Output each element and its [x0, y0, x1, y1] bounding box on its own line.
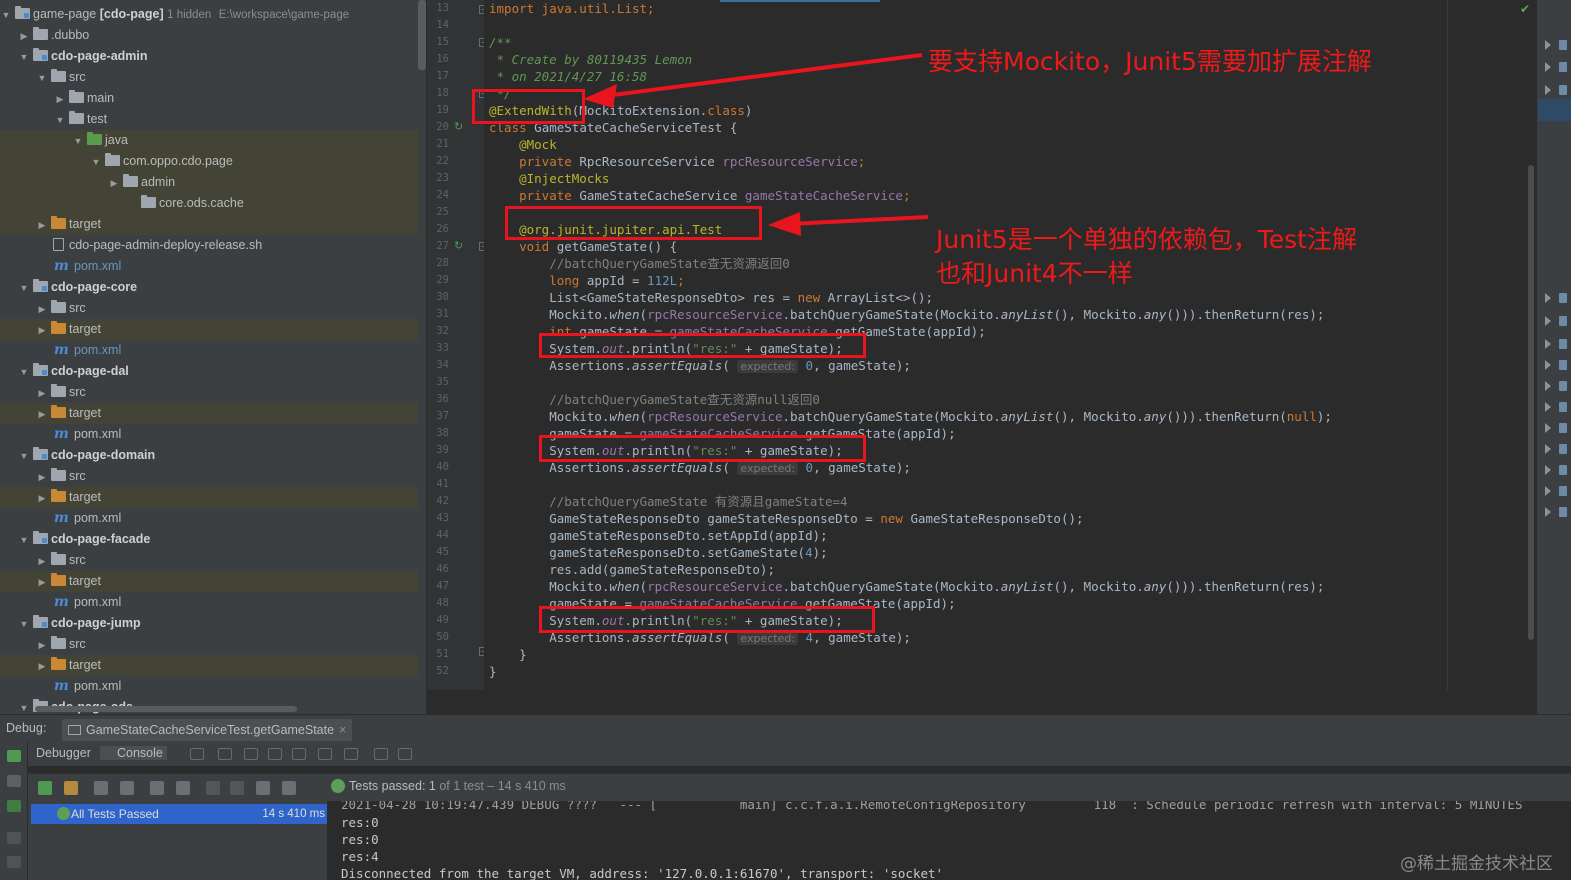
- console-line: res:0: [341, 815, 379, 830]
- close-icon[interactable]: ×: [339, 723, 346, 737]
- test-passed-icon: [57, 807, 70, 820]
- console-line: 2021-04-28 10:19:47.439 DEBUG ???? --- […: [341, 801, 1523, 812]
- arrow-head: [583, 84, 617, 108]
- debug-step-icon[interactable]: [398, 748, 412, 760]
- test-row-all-passed[interactable]: All Tests Passed 14 s 410 ms: [31, 804, 327, 824]
- resume-icon[interactable]: [7, 800, 21, 812]
- console-line: res:4: [341, 849, 379, 864]
- debug-step-icon[interactable]: [218, 748, 232, 760]
- console-label: Console: [117, 746, 163, 760]
- debug-step-icon[interactable]: [344, 748, 358, 760]
- console-line: Disconnected from the target VM, address…: [341, 866, 944, 880]
- arrow-line: [604, 53, 923, 98]
- debug-session-label: GameStateCacheServiceTest.getGameState: [86, 723, 335, 737]
- test-toolbar-icon[interactable]: [206, 781, 220, 795]
- test-toolbar-icon[interactable]: [256, 781, 270, 795]
- debug-left-toolbar: [0, 742, 28, 880]
- debug-step-icon[interactable]: [268, 748, 282, 760]
- test-config-icon: [68, 725, 81, 735]
- debug-header: Debug: GameStateCacheServiceTest.getGame…: [0, 714, 1571, 742]
- test-tree: All Tests Passed 14 s 410 ms: [28, 801, 328, 880]
- test-toolbar-icon[interactable]: [94, 781, 108, 795]
- debug-step-icon[interactable]: [318, 748, 332, 760]
- watermark: @稀土掘金技术社区: [1400, 854, 1553, 874]
- test-toolbar-icon[interactable]: [176, 781, 190, 795]
- debug-step-icon[interactable]: [374, 748, 388, 760]
- console-line: res:0: [341, 832, 379, 847]
- debug-step-icon[interactable]: [244, 748, 258, 760]
- test-toolbar-icon[interactable]: [150, 781, 164, 795]
- console-output[interactable]: 2021-04-28 10:19:47.439 DEBUG ???? --- […: [329, 801, 1571, 880]
- test-toolbar: [28, 773, 1571, 801]
- test-toolbar-icon[interactable]: [282, 781, 296, 795]
- annotation-text-extension: 要支持Mockito，Junit5需要加扩展注解: [928, 47, 1372, 76]
- arrow-head: [768, 212, 801, 236]
- stop-icon[interactable]: [7, 856, 21, 868]
- test-toolbar-icon[interactable]: [38, 781, 52, 795]
- pause-icon[interactable]: [7, 832, 21, 844]
- annotation-text-junit5: Junit5是一个单独的依赖包，Test注解: [936, 225, 1357, 254]
- debug-step-icon[interactable]: [190, 748, 204, 760]
- debug-subtabs: Debugger Console: [0, 742, 1571, 766]
- test-toolbar-icon[interactable]: [64, 781, 78, 795]
- debug-label: Debug:: [6, 721, 47, 735]
- annotation-text-junit4: 也和Junit4不一样: [936, 259, 1133, 288]
- bug-icon[interactable]: [7, 750, 21, 762]
- tests-passed-status: Tests passed: 1 of 1 test – 14 s 410 ms: [349, 779, 566, 793]
- test-passed-icon: [331, 779, 345, 793]
- debug-session-tab[interactable]: GameStateCacheServiceTest.getGameState ×: [62, 719, 353, 741]
- tab-console[interactable]: Console: [100, 746, 167, 760]
- arrow-line: [789, 215, 929, 226]
- test-toolbar-icon[interactable]: [120, 781, 134, 795]
- test-toolbar-icon[interactable]: [230, 781, 244, 795]
- debug-step-icon[interactable]: [292, 748, 306, 760]
- rerun-icon[interactable]: [7, 775, 21, 787]
- tab-debugger[interactable]: Debugger: [36, 746, 91, 760]
